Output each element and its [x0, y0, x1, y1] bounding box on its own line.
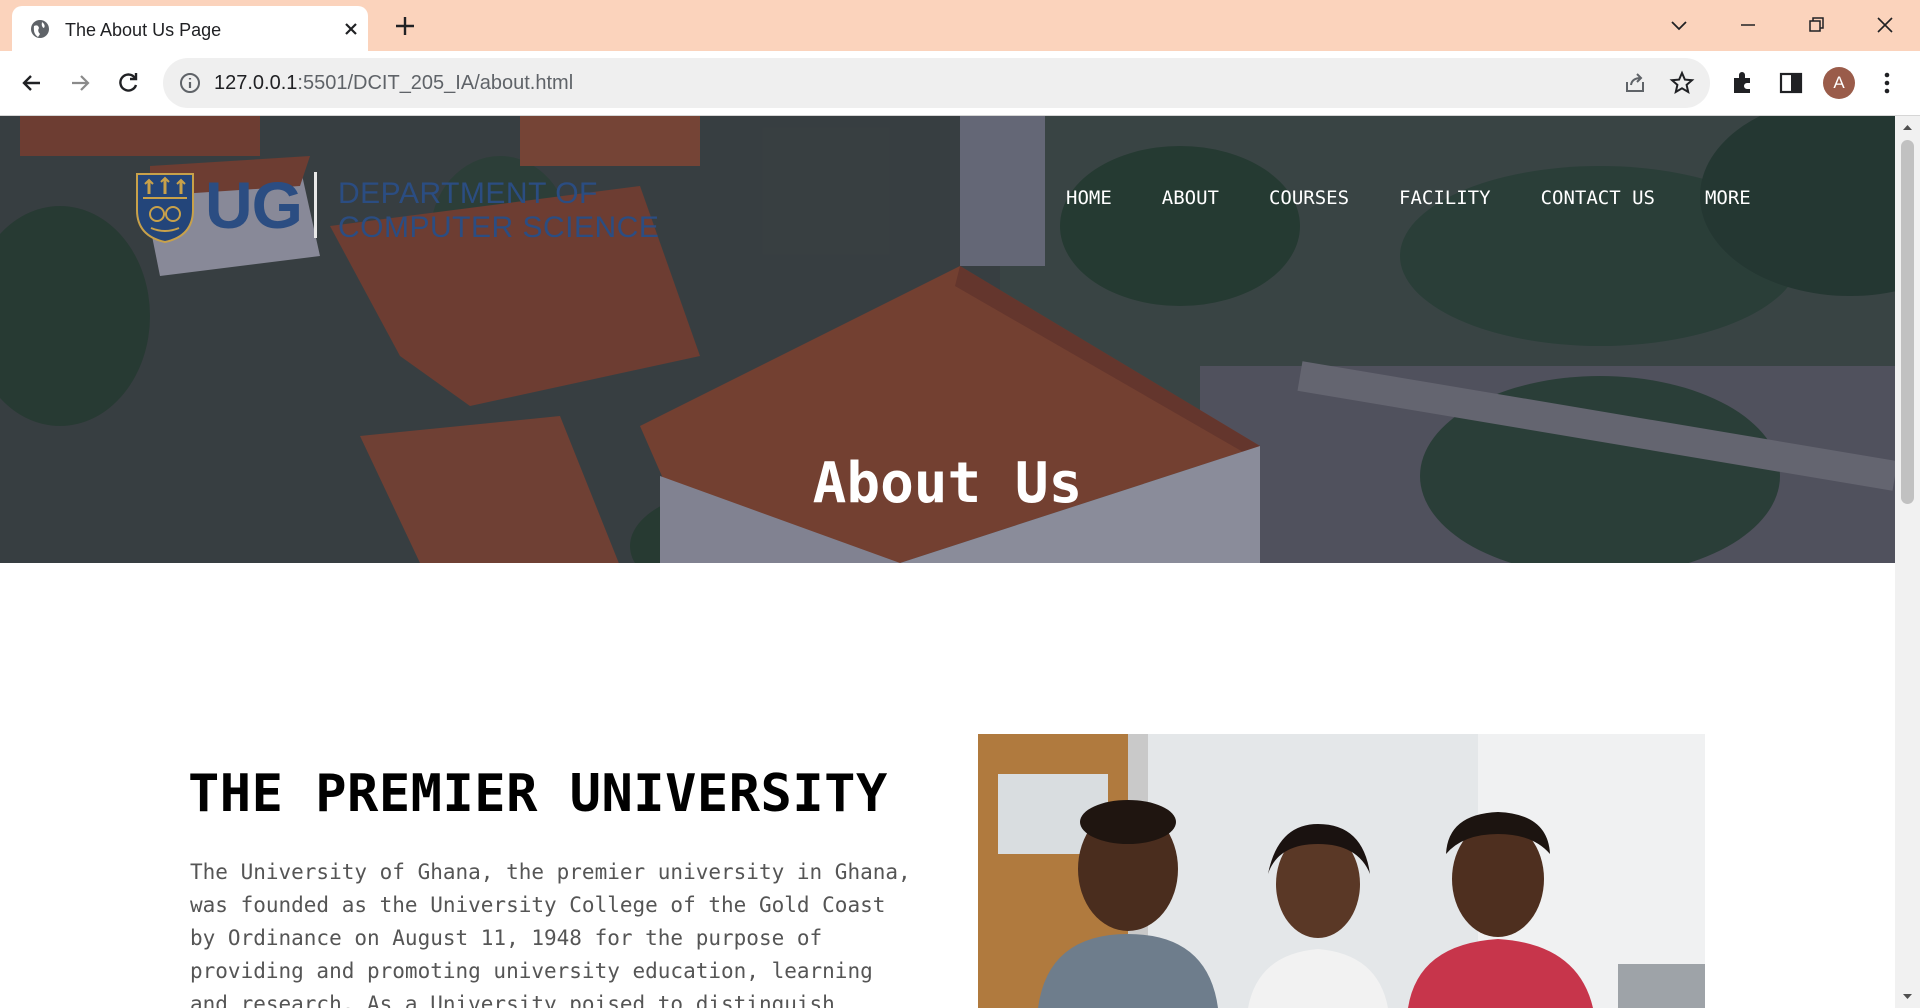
page-viewport: UG DEPARTMENT OF COMPUTER SCIENCE HOME A… [0, 116, 1895, 1008]
nav-courses[interactable]: COURSES [1269, 187, 1349, 209]
back-icon[interactable] [18, 69, 46, 97]
puzzle-icon[interactable] [1729, 69, 1757, 97]
scrollbar-thumb[interactable] [1901, 140, 1914, 504]
browser-tab[interactable]: The About Us Page [12, 6, 368, 51]
nav-more[interactable]: MORE [1705, 187, 1751, 209]
students-photo-illustration [978, 734, 1705, 1008]
nav-facility[interactable]: FACILITY [1399, 187, 1491, 209]
page-scrollbar[interactable] [1895, 116, 1920, 1008]
nav-home[interactable]: HOME [1066, 187, 1112, 209]
side-panel-icon[interactable] [1777, 69, 1805, 97]
restore-icon[interactable] [1801, 10, 1831, 40]
minimize-icon[interactable] [1733, 10, 1763, 40]
globe-icon [31, 20, 49, 38]
reload-icon[interactable] [114, 69, 142, 97]
forward-icon[interactable] [66, 69, 94, 97]
window-close-icon[interactable] [1870, 10, 1900, 40]
scroll-down-arrow-icon[interactable] [1901, 992, 1914, 1002]
address-bar[interactable]: 127.0.0.1:5501/DCIT_205_IA/about.html [163, 58, 1710, 108]
tab-title: The About Us Page [65, 20, 222, 40]
chevron-down-icon[interactable] [1664, 10, 1694, 40]
site-logo[interactable]: UG DEPARTMENT OF COMPUTER SCIENCE [135, 166, 695, 244]
info-icon[interactable] [178, 71, 202, 95]
avatar[interactable]: A [1823, 67, 1855, 99]
logo-dept-line-2: COMPUTER SCIENCE [338, 211, 660, 244]
ug-crest-icon [136, 173, 194, 244]
url-path: :5501/DCIT_205_IA/about.html [297, 72, 574, 94]
share-icon[interactable] [1622, 70, 1648, 96]
browser-toolbar: 127.0.0.1:5501/DCIT_205_IA/about.html A [0, 51, 1920, 116]
hero-title: About Us [812, 451, 1083, 516]
section-paragraph: The University of Ghana, the premier uni… [190, 860, 911, 1008]
url-text[interactable]: 127.0.0.1:5501/DCIT_205_IA/about.html [214, 72, 573, 95]
students-photo [978, 734, 1705, 1008]
plus-icon[interactable] [392, 13, 418, 39]
logo-department-text: DEPARTMENT OF COMPUTER SCIENCE [338, 177, 659, 245]
main-nav: HOME ABOUT COURSES FACILITY CONTACT US M… [1066, 187, 1801, 209]
nav-about[interactable]: ABOUT [1162, 187, 1219, 209]
star-icon[interactable] [1669, 70, 1695, 96]
logo-divider [314, 172, 317, 238]
nav-contact-us[interactable]: CONTACT US [1541, 187, 1655, 209]
kebab-menu-icon[interactable] [1873, 69, 1901, 97]
logo-ug-text: UG [205, 168, 303, 242]
scroll-up-arrow-icon[interactable] [1901, 122, 1914, 132]
logo-dept-line-1: DEPARTMENT OF [338, 177, 598, 210]
hero-banner: UG DEPARTMENT OF COMPUTER SCIENCE HOME A… [0, 116, 1895, 563]
close-icon[interactable] [340, 18, 362, 40]
section-heading: THE PREMIER UNIVERSITY [188, 764, 888, 824]
url-host: 127.0.0.1 [214, 72, 298, 94]
tab-strip: The About Us Page [0, 0, 1920, 51]
